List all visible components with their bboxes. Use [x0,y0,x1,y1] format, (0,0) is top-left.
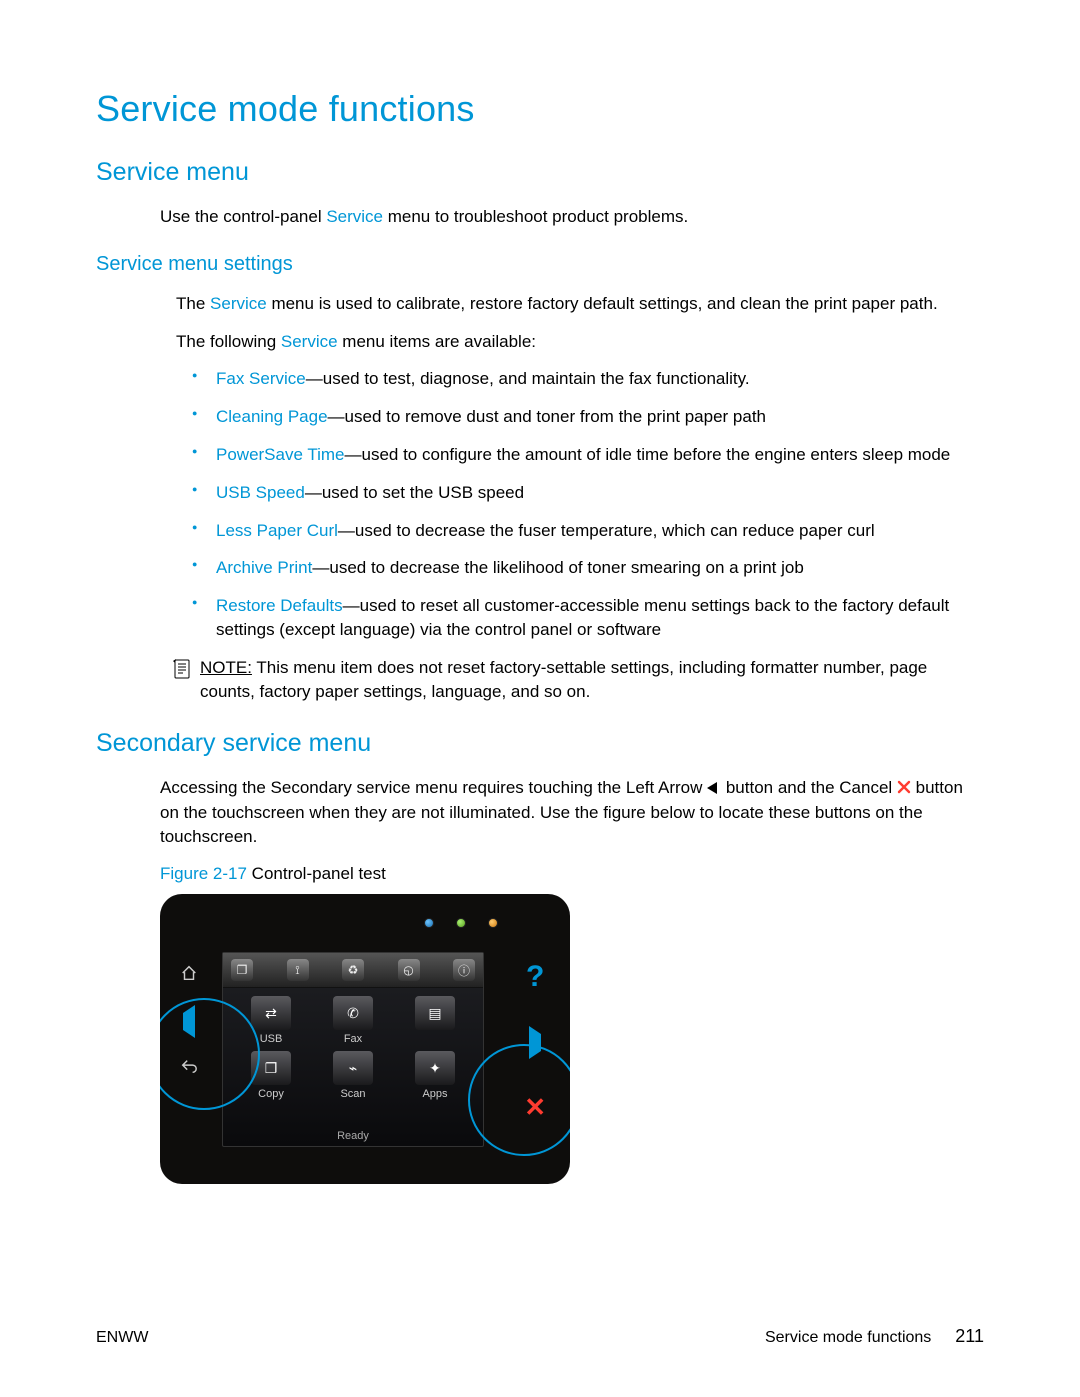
left-arrow-icon [183,1013,195,1031]
app-blank: ▤ [397,996,473,1045]
text: The [176,294,210,313]
paragraph: Use the control-panel Service menu to tr… [160,205,984,229]
app-copy: ❐Copy [233,1051,309,1100]
supplies-icon: ◵ [398,959,420,981]
note: NOTE: This menu item does not reset fact… [172,656,984,704]
right-arrow-icon [529,1034,541,1052]
status-text: Ready [223,1130,483,1142]
bullet-list: Fax Service—used to test, diagnose, and … [192,367,984,641]
app-apps: ✦Apps [397,1051,473,1100]
list-item: Fax Service—used to test, diagnose, and … [192,367,984,391]
desc: —used to set the USB speed [305,483,524,502]
list-item: USB Speed—used to set the USB speed [192,481,984,505]
cancel-icon [897,777,911,801]
figure-title: Control-panel test [247,864,386,883]
eco-icon: ♻ [342,959,364,981]
footer-left: ENWW [96,1329,148,1347]
status-leds [424,918,498,928]
help-icon: ? [526,960,544,994]
led-orange [488,918,498,928]
text: menu items are available: [338,332,536,351]
copies-icon: ❐ [231,959,253,981]
note-text: NOTE: This menu item does not reset fact… [200,656,984,704]
figure: ? ✕ ❐ ⟟ ♻ ◵ ⓘ ⇄USB ✆Fax ▤ ❐Copy ⌁Scan ✦A… [160,894,984,1184]
text: button and the Cancel [721,778,897,797]
heading-service-menu: Service menu [96,158,984,187]
text: Use the control-panel [160,207,326,226]
app-label: Copy [258,1088,284,1100]
heading-service-menu-settings: Service menu settings [96,253,984,276]
desc: —used to remove dust and toner from the … [328,407,766,426]
app-label: USB [260,1033,283,1045]
term: USB Speed [216,483,305,502]
note-icon [172,658,194,685]
page-number: 211 [955,1326,984,1347]
app-label: Fax [344,1033,362,1045]
wireless-icon: ⟟ [287,959,309,981]
status-bar: ❐ ⟟ ♻ ◵ ⓘ [223,953,483,988]
desc: —used to decrease the fuser temperature,… [338,521,875,540]
list-item: Archive Print—used to decrease the likel… [192,556,984,580]
text: Accessing the Secondary service menu req… [160,778,707,797]
term: PowerSave Time [216,445,345,464]
term: Cleaning Page [216,407,328,426]
paragraph: The following Service menu items are ava… [176,330,984,354]
figure-label: Figure 2-17 [160,864,247,883]
left-arrow-icon [707,777,721,801]
app-usb: ⇄USB [233,996,309,1045]
desc: —used to decrease the likelihood of tone… [312,558,803,577]
left-nav [180,964,198,1080]
note-body: This menu item does not reset factory-se… [200,658,927,701]
app-fax: ✆Fax [315,996,391,1045]
term: Archive Print [216,558,312,577]
app-grid: ⇄USB ✆Fax ▤ ❐Copy ⌁Scan ✦Apps [223,988,483,1100]
app-label: Apps [422,1088,447,1100]
text: menu is used to calibrate, restore facto… [267,294,938,313]
home-icon [180,964,198,987]
page-title: Service mode functions [96,88,984,130]
heading-secondary-service-menu: Secondary service menu [96,729,984,758]
app-scan: ⌁Scan [315,1051,391,1100]
page-footer: ENWW Service mode functions 211 [96,1326,984,1347]
desc: —used to test, diagnose, and maintain th… [306,369,750,388]
list-item: Cleaning Page—used to remove dust and to… [192,405,984,429]
note-label: NOTE: [200,658,252,677]
footer-section: Service mode functions [765,1329,931,1347]
desc: —used to configure the amount of idle ti… [345,445,951,464]
link-service: Service [281,332,338,351]
paragraph: Accessing the Secondary service menu req… [160,776,984,848]
led-green [456,918,466,928]
term: Restore Defaults [216,596,343,615]
figure-caption: Figure 2-17 Control-panel test [160,862,984,886]
list-item: Restore Defaults—used to reset all custo… [192,594,984,642]
list-item: PowerSave Time—used to configure the amo… [192,443,984,467]
list-item: Less Paper Curl—used to decrease the fus… [192,519,984,543]
link-service: Service [210,294,267,313]
app-label: Scan [340,1088,365,1100]
right-nav: ? ✕ [524,960,546,1123]
control-panel: ? ✕ ❐ ⟟ ♻ ◵ ⓘ ⇄USB ✆Fax ▤ ❐Copy ⌁Scan ✦A… [160,894,570,1184]
led-blue [424,918,434,928]
info-icon: ⓘ [453,959,475,981]
cancel-icon: ✕ [524,1092,546,1123]
touchscreen: ❐ ⟟ ♻ ◵ ⓘ ⇄USB ✆Fax ▤ ❐Copy ⌁Scan ✦Apps … [222,952,484,1147]
text: The following [176,332,281,351]
term: Less Paper Curl [216,521,338,540]
back-icon [180,1057,198,1080]
term: Fax Service [216,369,306,388]
text: menu to troubleshoot product problems. [383,207,688,226]
link-service: Service [326,207,383,226]
paragraph: The Service menu is used to calibrate, r… [176,292,984,316]
